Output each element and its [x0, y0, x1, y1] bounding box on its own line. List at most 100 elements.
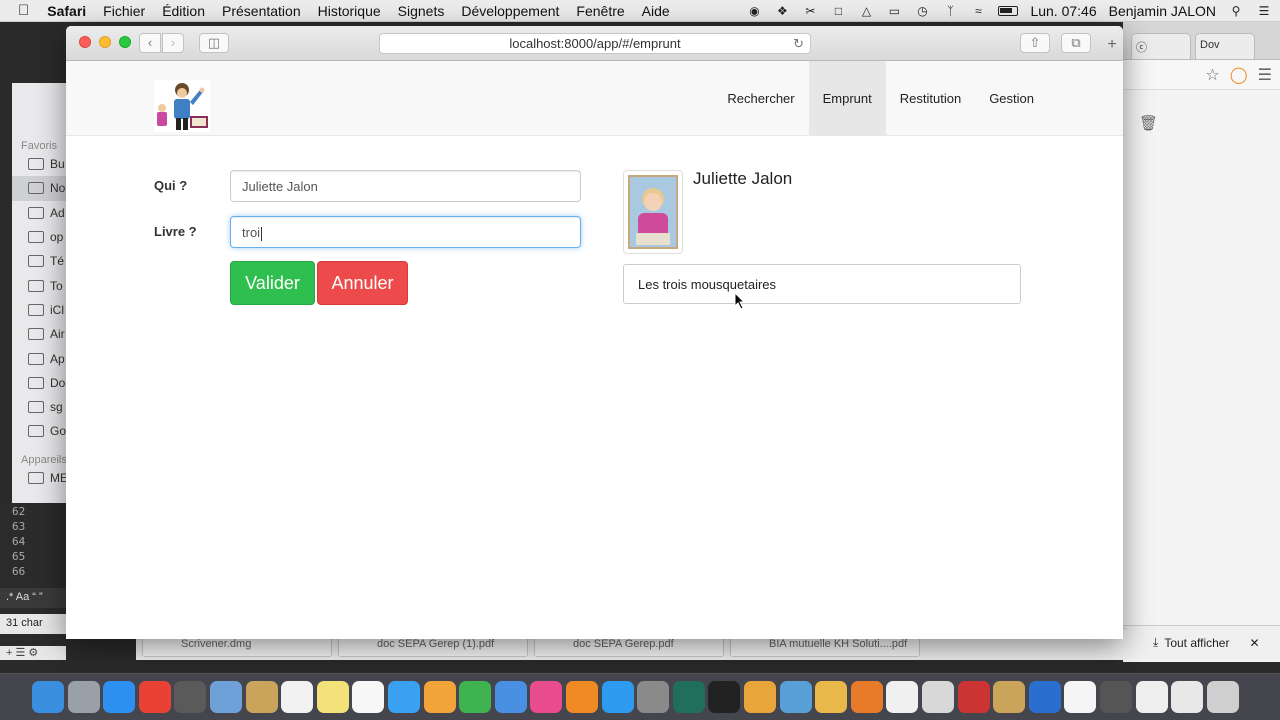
sketch-icon[interactable] [744, 681, 776, 713]
new-tab-button[interactable]: + [1101, 36, 1123, 61]
time-machine-icon[interactable] [672, 681, 705, 713]
stickies-icon[interactable] [316, 681, 349, 713]
show-tabs-button[interactable]: ⧉ [1061, 33, 1091, 53]
reminders-icon[interactable] [352, 681, 385, 713]
keynote-icon[interactable] [494, 681, 527, 713]
apple-menu-icon[interactable]:  [18, 2, 29, 19]
battery-icon[interactable] [998, 6, 1019, 16]
record-icon[interactable]: ◉ [746, 4, 762, 18]
drive-icon[interactable]: △ [858, 4, 874, 18]
menu-historique[interactable]: Historique [318, 3, 381, 19]
menu-fichier[interactable]: Fichier [103, 3, 145, 19]
launcher-icon[interactable] [174, 681, 207, 713]
close-window-button[interactable] [79, 36, 91, 48]
annuler-button[interactable]: Annuler [317, 261, 408, 305]
camera-icon[interactable]: □ [830, 4, 846, 18]
system-preferences-icon[interactable] [637, 681, 670, 713]
finder-item[interactable]: sg [12, 395, 71, 419]
preview-icon[interactable] [210, 681, 242, 713]
pages-icon[interactable] [423, 681, 456, 713]
back-button[interactable]: ‹ [139, 33, 161, 53]
clock[interactable]: Lun. 07:46 [1030, 3, 1096, 19]
bluetooth-icon[interactable]: ᛉ [942, 4, 958, 18]
nav-restitution[interactable]: Restitution [886, 61, 975, 136]
finder-item[interactable]: Bu [12, 152, 71, 176]
scissors-icon[interactable]: ✂ [802, 4, 818, 18]
chrome-tab[interactable]: Dov [1195, 33, 1255, 59]
launchpad-icon[interactable] [67, 681, 100, 713]
finder-item[interactable]: Ap [12, 346, 71, 370]
sublime-icon[interactable] [850, 681, 883, 713]
app-store-icon[interactable] [601, 681, 634, 713]
minimize-window-button[interactable] [99, 36, 111, 48]
menu-edition[interactable]: Édition [162, 3, 205, 19]
safari-icon[interactable] [103, 681, 136, 713]
user-name-menu[interactable]: Benjamin JALON [1109, 3, 1216, 19]
menu-developpement[interactable]: Développement [461, 3, 559, 19]
star-icon[interactable]: ☆ [1205, 65, 1219, 85]
trash-icon[interactable]: 🗑 [1139, 114, 1158, 132]
filezilla-icon[interactable] [957, 681, 990, 713]
chrome-tab[interactable]: ⓒ [1131, 33, 1191, 59]
finder-item[interactable]: No [12, 176, 71, 201]
app-logo[interactable] [154, 80, 210, 132]
finder-icon[interactable] [32, 681, 64, 713]
keychain-icon[interactable] [993, 681, 1026, 713]
qui-input[interactable]: Juliette Jalon [230, 170, 581, 202]
wifi-icon[interactable]: ≈ [970, 4, 986, 18]
editor-bottom-bar[interactable]: + ☰ ⚙ [0, 646, 66, 660]
forward-button[interactable]: › [162, 33, 184, 53]
menu-fenetre[interactable]: Fenêtre [576, 3, 624, 19]
trash-icon[interactable] [1206, 681, 1239, 713]
folder-icon[interactable] [815, 681, 848, 713]
menu-aide[interactable]: Aide [642, 3, 670, 19]
airplay-icon[interactable]: ▭ [886, 4, 902, 18]
nav-gestion[interactable]: Gestion [975, 61, 1048, 136]
itunes-icon[interactable] [530, 681, 563, 713]
chrome-icon[interactable] [138, 681, 171, 713]
book-suggestion-item[interactable]: Les trois mousquetaires [623, 264, 1021, 304]
nav-emprunt[interactable]: Emprunt [808, 61, 886, 136]
textedit-icon[interactable] [886, 681, 919, 713]
livre-input[interactable]: troi [230, 216, 581, 248]
notes-icon[interactable] [245, 681, 278, 713]
messages-icon[interactable] [388, 681, 420, 713]
photos-icon[interactable] [779, 681, 812, 713]
finder-item[interactable]: op [12, 225, 71, 249]
spotlight-search-icon[interactable]: ⚲ [1228, 4, 1244, 18]
numbers-icon[interactable] [459, 681, 492, 713]
calendar-icon[interactable] [281, 681, 314, 713]
finder-item[interactable]: Go [12, 419, 71, 443]
share-button[interactable]: ⇧ [1020, 33, 1050, 53]
ibooks-icon[interactable] [566, 681, 598, 713]
finder-item[interactable]: ME [12, 466, 71, 490]
dropbox-icon[interactable]: ❖ [774, 4, 790, 18]
terminal-icon[interactable] [708, 681, 741, 713]
window-icon[interactable] [1100, 681, 1132, 713]
notification-center-icon[interactable]: ☰ [1256, 4, 1272, 18]
menu-app-name[interactable]: Safari [47, 3, 86, 19]
mail-icon[interactable] [1171, 681, 1204, 713]
sidebar-toggle-button[interactable]: ◫ [199, 33, 229, 53]
finder-item[interactable]: Air [12, 322, 71, 346]
menu-presentation[interactable]: Présentation [222, 3, 301, 19]
quicktime-icon[interactable] [1028, 681, 1061, 713]
editor-toolbar[interactable]: .* Aa “ ” [0, 588, 66, 608]
finder-item[interactable]: Do [12, 371, 71, 395]
time-machine-icon[interactable]: ◷ [914, 4, 930, 18]
finder-item[interactable]: Ad [12, 201, 71, 225]
address-bar[interactable]: localhost:8000/app/#/emprunt ↻ [379, 33, 811, 54]
scrivener-icon[interactable] [922, 681, 954, 713]
nav-rechercher[interactable]: Rechercher [713, 61, 808, 136]
downloads-show-all[interactable]: ⤓ Tout afficher ✕ [1123, 625, 1280, 659]
valider-button[interactable]: Valider [230, 261, 315, 305]
extension-icon[interactable]: ◯ [1230, 65, 1248, 85]
finder-item[interactable]: Té [12, 249, 71, 273]
finder-item[interactable]: To [12, 273, 71, 297]
close-icon[interactable]: ✕ [1249, 636, 1259, 650]
zoom-window-button[interactable] [119, 36, 131, 48]
document-icon[interactable] [1135, 681, 1168, 713]
finder-item[interactable]: iCl [12, 298, 71, 322]
reload-icon[interactable]: ↻ [793, 34, 804, 53]
documents-icon[interactable] [1064, 681, 1097, 713]
